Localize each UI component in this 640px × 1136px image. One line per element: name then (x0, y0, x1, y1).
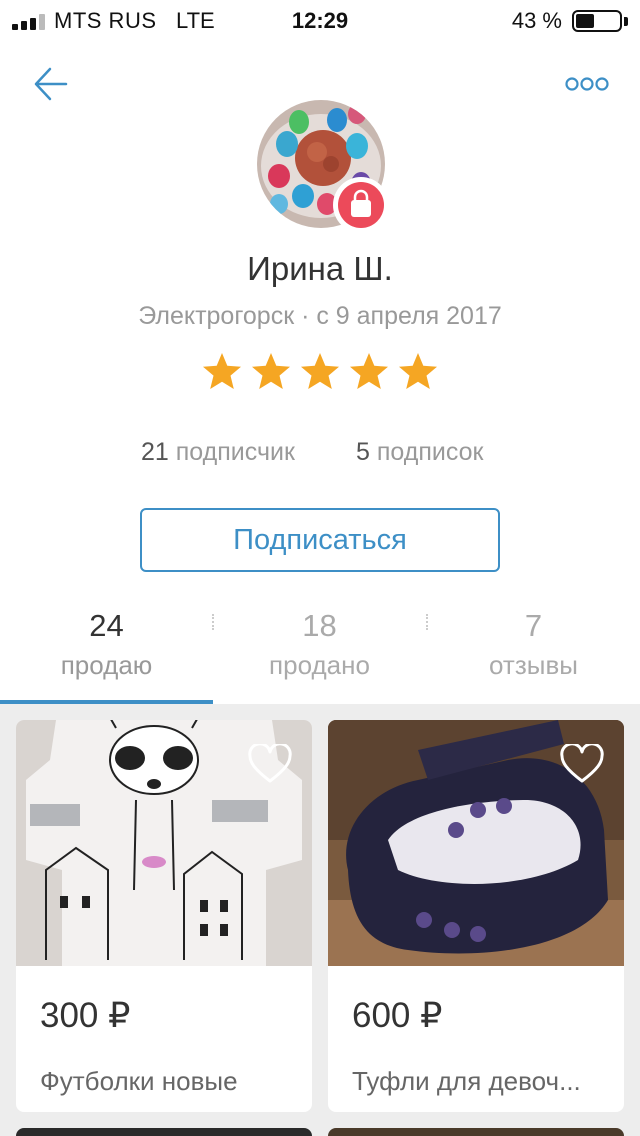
followers-number: 21 (141, 438, 169, 466)
battery-tip (624, 17, 628, 26)
tab-count: 18 (302, 608, 337, 643)
product-grid: 300 ₽ Футболки новые 600 ₽ Туфли для дев… (0, 704, 640, 1136)
product-title: Футболки новые (40, 1066, 238, 1096)
more-dots-icon (565, 77, 609, 91)
star-icon (203, 353, 241, 389)
following-count[interactable]: 5 подписок (356, 438, 483, 467)
tab-label: продано (269, 650, 370, 680)
product-card[interactable]: 300 ₽ Футболки новые (16, 720, 312, 1112)
tab-sold[interactable]: 18 продано (213, 598, 426, 704)
status-bar: MTS RUS LTE 12:29 43 % (0, 0, 640, 40)
battery-percent: 43 % (511, 8, 562, 33)
product-price: 300 ₽ (40, 996, 131, 1035)
star-icon (252, 353, 290, 389)
followers-count[interactable]: 21 подписчик (141, 438, 295, 467)
subscribe-button[interactable]: Подписаться (140, 508, 500, 572)
arrow-left-icon (34, 67, 68, 101)
battery-icon (572, 10, 622, 32)
star-icon (301, 353, 339, 389)
shopping-bag-icon (338, 182, 384, 228)
product-card-partial[interactable] (328, 1128, 624, 1136)
back-button[interactable] (30, 64, 74, 104)
profile-name: Ирина Ш. (247, 250, 393, 287)
product-card[interactable]: 600 ₽ Туфли для девоч... (328, 720, 624, 1112)
following-number: 5 (356, 438, 370, 466)
tab-count: 7 (524, 608, 543, 643)
follow-counts: 21 подписчик 5 подписок (0, 438, 640, 472)
tab-selling[interactable]: 24 продаю (0, 598, 213, 704)
tab-label: отзывы (489, 650, 578, 680)
rating-stars (200, 350, 440, 398)
profile-location-date: Электрогорск · с 9 апреля 2017 (138, 302, 502, 330)
more-options-button[interactable] (562, 72, 612, 96)
star-icon (399, 353, 437, 389)
favorite-heart-icon[interactable] (248, 744, 292, 784)
tab-count: 24 (89, 608, 124, 643)
battery-level (576, 14, 594, 28)
product-price: 600 ₽ (352, 996, 443, 1035)
star-icon (350, 353, 388, 389)
tab-label: продаю (60, 650, 153, 680)
followers-label: подписчик (175, 438, 295, 466)
product-title: Туфли для девоч... (352, 1066, 581, 1096)
profile-tabs: 24 продаю 18 продано 7 отзывы (0, 598, 640, 704)
seller-badge (333, 177, 389, 233)
following-label: подписок (376, 438, 484, 466)
product-card-partial[interactable] (16, 1128, 312, 1136)
favorite-heart-icon[interactable] (560, 744, 604, 784)
tab-reviews[interactable]: 7 отзывы (427, 598, 640, 704)
